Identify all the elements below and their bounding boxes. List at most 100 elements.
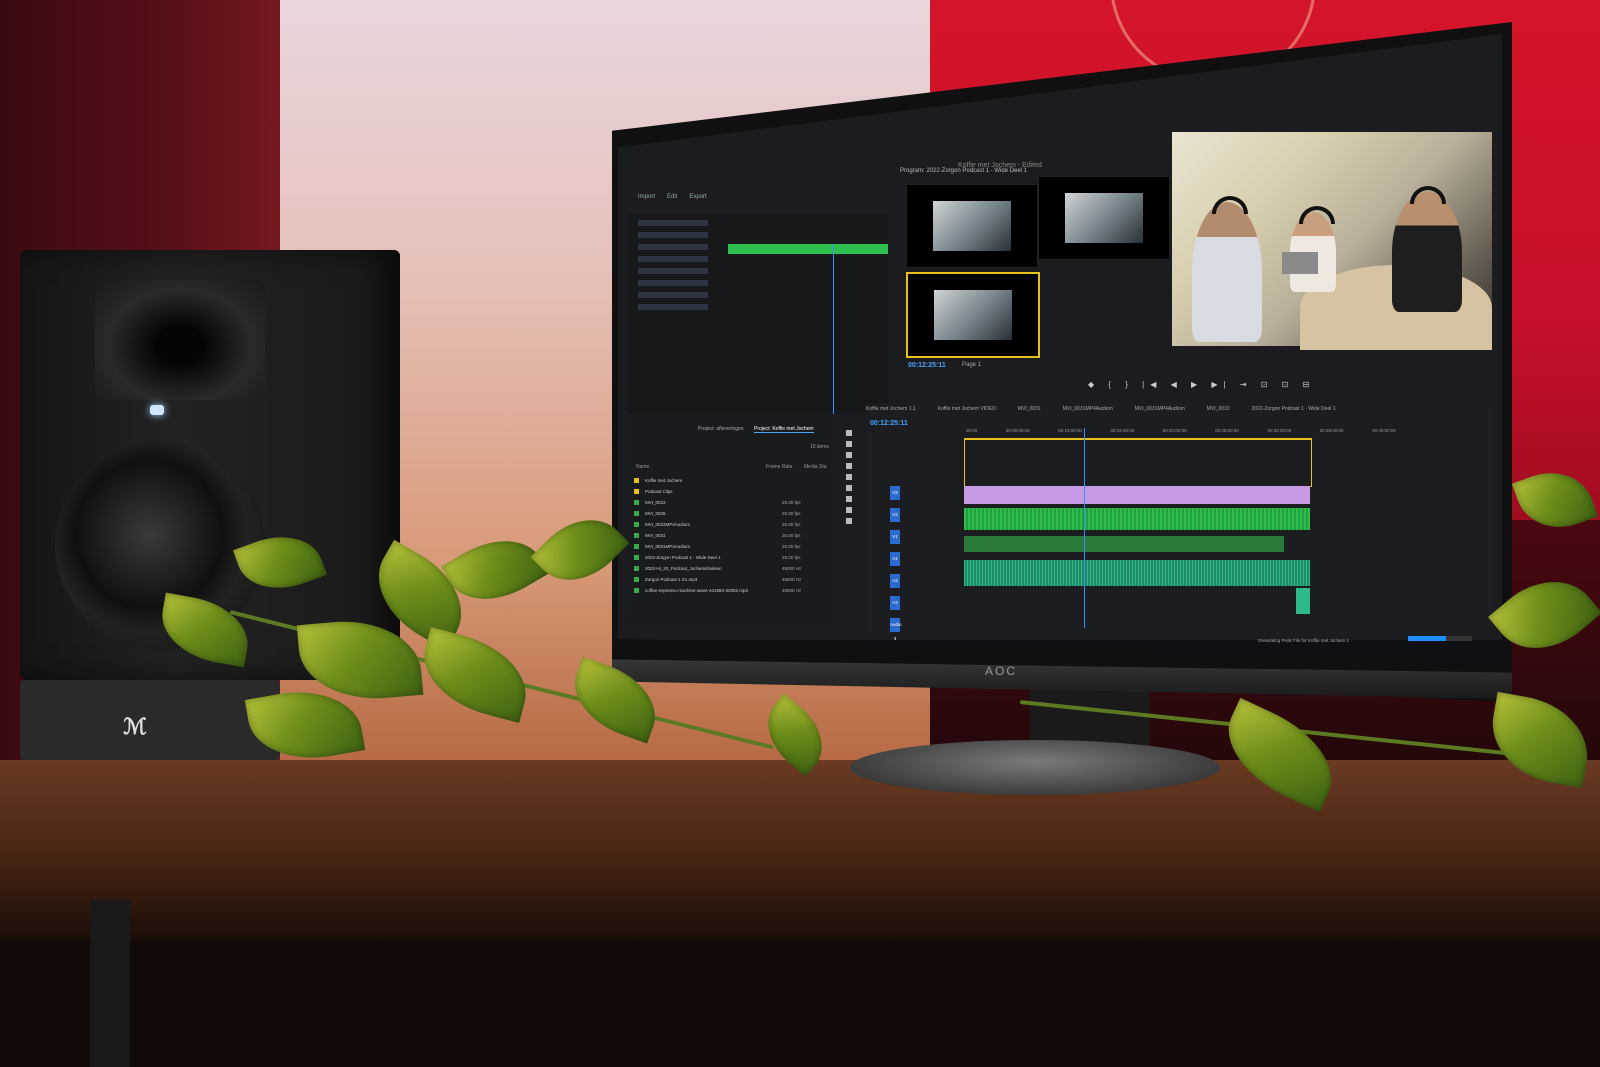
ruler-tick-label: 00:35:00:00 [1319, 428, 1344, 433]
tab-project-koffie[interactable]: Project: Koffie met Jochem [754, 426, 814, 433]
program-timecode[interactable]: 00:12:25:11 [908, 362, 946, 369]
tab-edit[interactable]: Edit [667, 194, 677, 200]
track-header[interactable]: V2 [890, 508, 900, 522]
label-color-swatch [634, 511, 639, 517]
project-item[interactable]: Koffie met Jochem [634, 476, 830, 485]
project-item-frame-rate: 25.00 fps [782, 500, 801, 505]
column-header-media-start[interactable]: Media Sta [804, 464, 827, 470]
project-item[interactable]: MVI_0022MP4Audiom 25.00 fps [634, 520, 830, 529]
rectangle-tool-icon[interactable] [846, 496, 852, 502]
project-item[interactable]: MVI_0031MP4Audiom 25.00 fps [634, 542, 830, 551]
monitor: Koffie met Jochem - Edited Import Edit E… [612, 22, 1512, 702]
multicam-angle-2[interactable] [1038, 176, 1170, 260]
property-row [638, 304, 708, 310]
selection-tool-icon[interactable] [846, 430, 852, 436]
tools-panel [844, 430, 854, 550]
project-item-frame-rate: 25.00 fps [782, 555, 801, 560]
source-playhead[interactable] [833, 244, 834, 414]
track-select-tool-icon[interactable] [846, 441, 852, 447]
speaker-logo-icon: ℳ [123, 714, 147, 739]
project-item[interactable]: MVI_0022 25.00 fps [634, 498, 830, 507]
sequence-tab[interactable]: MVI_0031MP4Audiom [1135, 406, 1185, 412]
property-row [638, 268, 708, 274]
track-header[interactable]: A1 [890, 552, 900, 566]
label-color-swatch [634, 500, 639, 506]
sequence-tab[interactable]: MVI_0031 [1018, 406, 1041, 412]
sequence-tab[interactable]: MVI_0031MP4Audiom [1063, 406, 1113, 412]
audio-clip-a2[interactable] [964, 536, 1284, 552]
sequence-tab[interactable]: Koffie met Jochem 1.1 [866, 406, 916, 412]
property-row [638, 256, 708, 262]
video-clip-purple[interactable] [964, 486, 1310, 504]
project-item-name: MVI_0031MP4Audiom [645, 544, 691, 549]
effect-clip-bar[interactable] [728, 244, 888, 254]
type-tool-icon[interactable] [846, 518, 852, 524]
track-header[interactable]: A2 [890, 574, 900, 588]
podcast-host-right [1392, 192, 1462, 312]
label-color-swatch [634, 533, 639, 539]
workspace-tabs: Import Edit Export [638, 194, 707, 200]
timeline-timecode[interactable]: 00:12:25:11 [870, 420, 908, 427]
label-color-swatch [634, 544, 639, 550]
project-item[interactable]: Podcast Clips [634, 487, 830, 496]
label-color-swatch [634, 566, 639, 572]
sequence-tab[interactable]: Koffie met Jochem VIDEO [938, 406, 996, 412]
timeline-playhead[interactable] [1084, 428, 1085, 628]
razor-tool-icon[interactable] [846, 463, 852, 469]
project-item-name: 2022-Zorgon Podcast 1 - Wide Deel 1 [645, 555, 721, 560]
project-item[interactable]: 2022-Zorgon Podcast 1 - Wide Deel 1 25.00… [634, 553, 830, 562]
headphones-icon [1299, 206, 1335, 224]
tab-project-afleveringen[interactable]: Project: afleveringen [698, 426, 744, 432]
monitor-brand-logo: AOC [985, 664, 1018, 678]
program-video-frame [1172, 132, 1492, 351]
track-header[interactable]: V1 [890, 530, 900, 544]
project-item-frame-rate: 48000 Hz [782, 566, 802, 571]
project-item[interactable]: 2022-Hi_20_Podcast_JochemKlanken 48000 Hz [634, 564, 830, 573]
camera-thumbnail [1065, 193, 1143, 243]
tab-export[interactable]: Export [689, 194, 706, 200]
multicam-page-selector[interactable]: Page 1 [962, 362, 981, 368]
audio-clip-green[interactable] [964, 508, 1310, 530]
speaker-power-led [150, 405, 164, 415]
label-color-swatch [634, 577, 639, 583]
label-color-swatch [634, 588, 639, 594]
audio-clip-short[interactable] [1296, 588, 1310, 614]
ruler-tick-label: 00:05:00:00 [1005, 428, 1030, 433]
project-item-name: MVI_0022 [645, 500, 666, 505]
in-out-range [964, 438, 1312, 487]
audio-clip-teal[interactable] [964, 560, 1310, 586]
project-item-frame-rate: 25.00 fps [782, 533, 801, 538]
property-row [638, 244, 708, 250]
project-item[interactable]: coffee-espresso-machine-wave-441884-3200… [634, 586, 830, 595]
tab-import[interactable]: Import [638, 194, 655, 200]
sequence-tab[interactable]: 2022-Zorgon Podcast 1 - Wide Deel 1 [1252, 406, 1336, 412]
laptop [1282, 252, 1318, 274]
track-header[interactable]: V3 [890, 486, 900, 500]
column-header-name[interactable]: Name [636, 464, 649, 470]
column-header-frame-rate[interactable]: Frame Rate [766, 464, 792, 470]
project-item[interactable]: Zorgon Podcast 1 S1.mp3 48000 Hz [634, 575, 830, 584]
project-item[interactable]: MVI_0031 25.00 fps [634, 531, 830, 540]
podcast-host-left [1192, 202, 1262, 342]
track-header[interactable]: Audio 3 [890, 618, 902, 641]
slip-tool-icon[interactable] [846, 474, 852, 480]
multicam-angle-1[interactable] [906, 184, 1038, 268]
hand-tool-icon[interactable] [846, 507, 852, 513]
camera-thumbnail [934, 290, 1012, 340]
monitor-stand-base [850, 740, 1220, 795]
desk-leg [90, 900, 130, 1067]
track-header[interactable]: A3 [890, 596, 900, 610]
pen-tool-icon[interactable] [846, 485, 852, 491]
property-row [638, 280, 708, 286]
ripple-edit-tool-icon[interactable] [846, 452, 852, 458]
project-item-frame-rate: 48000 Hz [782, 577, 802, 582]
label-color-swatch [634, 555, 639, 561]
timeline-ruler[interactable]: 00:00 00:05:00:00 00:10:00:00 00:15:00:00 00… [966, 428, 1396, 433]
transport-controls[interactable]: ◆ { } |◀ ◀ ▶ ▶| ⇥ ⊡ ⊡ ⊟ [1088, 380, 1315, 389]
project-item-name: Zorgon Podcast 1 S1.mp3 [645, 577, 698, 582]
headphones-icon [1212, 196, 1248, 214]
multicam-angle-3[interactable] [906, 272, 1040, 358]
property-row [638, 292, 708, 298]
sequence-tab[interactable]: MVI_0010 [1207, 406, 1230, 412]
project-item[interactable]: MVI_0025 25.00 fps [634, 509, 830, 518]
